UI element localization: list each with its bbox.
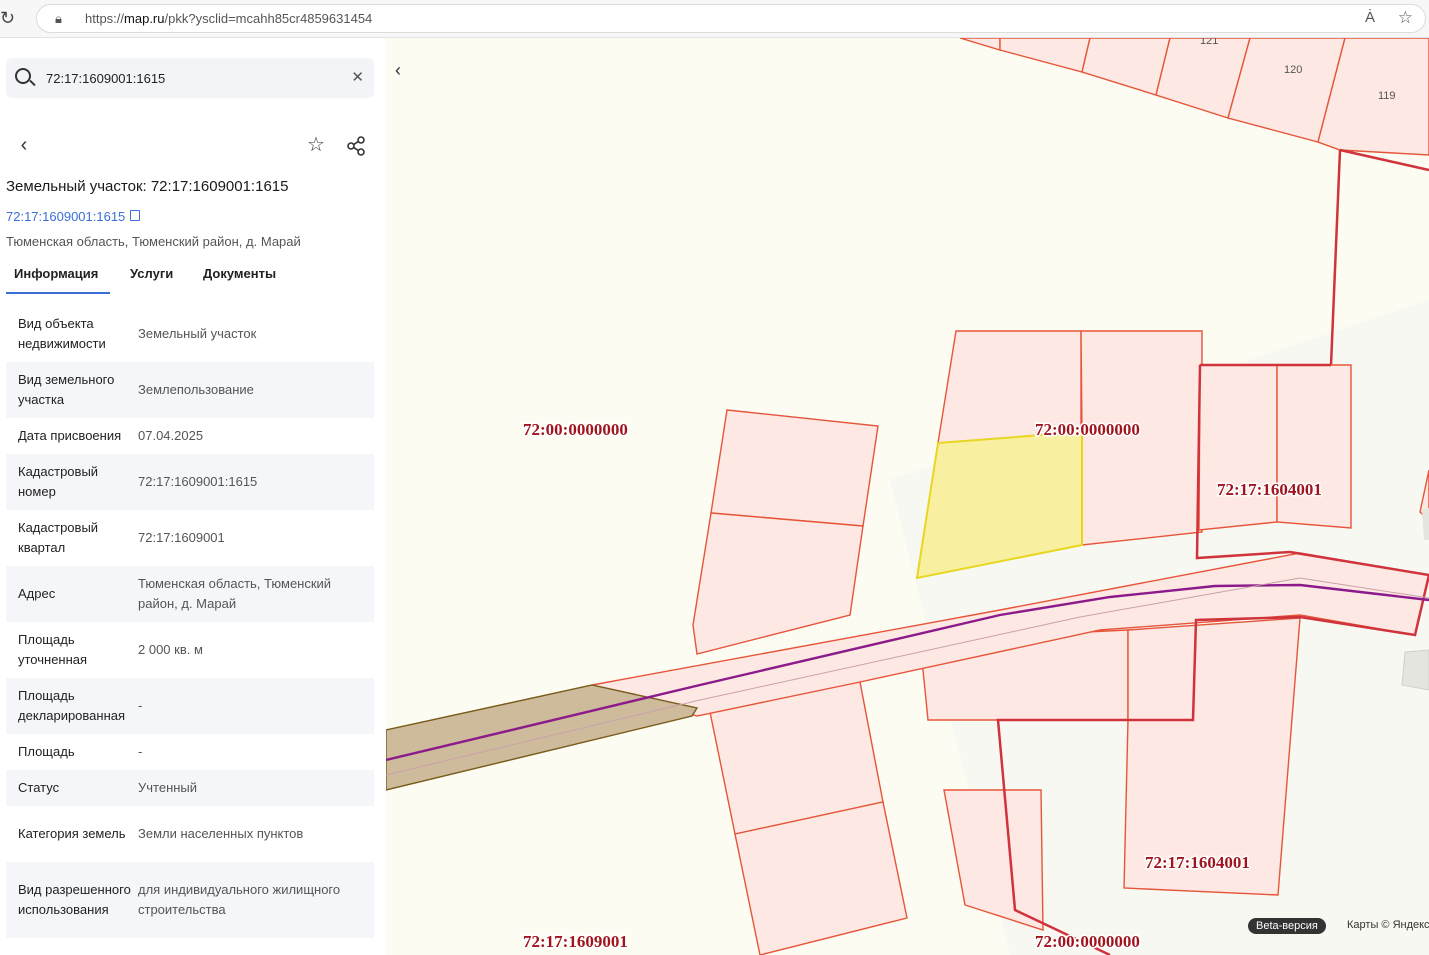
- parcel-title: Земельный участок: 72:17:1609001:1615: [6, 178, 289, 195]
- copy-icon[interactable]: [130, 210, 140, 221]
- info-key: Площадь декларированная: [18, 688, 126, 723]
- info-key: Кадастровый номер: [18, 464, 99, 499]
- cadastral-map[interactable]: 72:00:0000000 72:00:0000000 72:17:160400…: [386, 38, 1429, 955]
- info-key: Площадь уточненная: [18, 632, 88, 667]
- info-key: Вид разрешенного использования: [18, 882, 131, 917]
- info-key: Кадастровый квартал: [18, 520, 99, 555]
- info-value: Земли населенных пунктов: [138, 826, 304, 841]
- info-value: -: [138, 698, 143, 713]
- info-value: Тюменская область, Тюменский район, д. М…: [138, 576, 332, 611]
- info-row: Дата присвоения 07.04.2025: [6, 418, 374, 454]
- search-box: ✕: [6, 58, 374, 98]
- quarter-label: 72:00:0000000: [1035, 420, 1140, 439]
- info-row: Адрес Тюменская область, Тюменский район…: [6, 566, 374, 622]
- quarter-label: 72:17:1604001: [1145, 853, 1250, 872]
- search-icon: [15, 68, 31, 84]
- info-key: Адрес: [18, 586, 56, 601]
- parcel-number-label: 119: [1378, 90, 1396, 102]
- info-table: Вид объекта недвижимости Земельный участ…: [6, 306, 374, 938]
- info-value: -: [138, 744, 143, 759]
- info-value: 07.04.2025: [138, 428, 204, 443]
- info-row: Категория земель Земли населенных пункто…: [6, 806, 374, 862]
- info-value: 2 000 кв. м: [138, 642, 203, 657]
- beta-badge: Beta-версия: [1248, 918, 1326, 934]
- info-row: Вид земельного участка Землепользование: [6, 362, 374, 418]
- info-key: Статус: [18, 780, 60, 795]
- info-value: Землепользование: [138, 382, 254, 397]
- quarter-label: 72:00:0000000: [523, 420, 628, 439]
- parcel-number-label: 121: [1200, 38, 1218, 47]
- info-value: для индивидуального жилищного строительс…: [138, 882, 341, 917]
- search-input[interactable]: [46, 68, 336, 88]
- info-row: Площадь уточненная 2 000 кв. м: [6, 622, 374, 678]
- info-row: Кадастровый квартал 72:17:1609001: [6, 510, 374, 566]
- browser-toolbar: ↻ 🔒︎ https://map.ru/pkk?ysclid=mcahh85cr…: [0, 0, 1429, 38]
- quarter-label: 72:17:1609001: [523, 932, 628, 951]
- info-panel: ✕ ‹ ☆ Земельный участок: 72:17:1609001:1…: [0, 38, 386, 955]
- tab-services[interactable]: Услуги: [130, 266, 173, 281]
- info-row: Кадастровый номер 72:17:1609001:1615: [6, 454, 374, 510]
- quarter-label: 72:00:0000000: [1035, 932, 1140, 951]
- info-row: Статус Учтенный: [6, 770, 374, 806]
- info-row: Вид объекта недвижимости Земельный участ…: [6, 306, 374, 362]
- info-value: 72:17:1609001: [138, 530, 225, 545]
- reload-icon[interactable]: ↻: [0, 8, 20, 28]
- parcel-address: Тюменская область, Тюменский район, д. М…: [6, 234, 301, 249]
- info-value: Учтенный: [138, 780, 198, 795]
- address-bar[interactable]: 🔒︎ https://map.ru/pkk?ysclid=mcahh85cr48…: [36, 4, 1426, 33]
- collapse-panel-button[interactable]: ‹: [388, 60, 408, 81]
- map-attribution[interactable]: Карты © Яндекс: [1347, 919, 1429, 931]
- info-value: Земельный участок: [138, 326, 257, 341]
- favorite-button[interactable]: ☆: [300, 130, 332, 162]
- clear-search-icon[interactable]: ✕: [351, 68, 364, 86]
- back-button[interactable]: ‹: [8, 130, 40, 162]
- map-canvas[interactable]: 72:00:0000000 72:00:0000000 72:17:160400…: [386, 38, 1429, 955]
- lock-icon[interactable]: 🔒︎: [55, 11, 62, 27]
- share-icon: [347, 136, 365, 156]
- info-row: Вид разрешенного использования для индив…: [6, 862, 374, 938]
- info-key: Вид земельного участка: [18, 372, 115, 407]
- parcel-number-label: 120: [1284, 64, 1302, 76]
- active-tab-indicator: [6, 292, 110, 294]
- url-text[interactable]: https://map.ru/pkk?ysclid=mcahh85cr48596…: [85, 11, 372, 26]
- tab-information[interactable]: Информация: [14, 266, 98, 281]
- bookmark-star-icon[interactable]: ☆: [1398, 8, 1413, 28]
- info-value: 72:17:1609001:1615: [138, 474, 258, 489]
- info-row: Площадь -: [6, 734, 374, 770]
- cadastral-link[interactable]: 72:17:1609001:1615: [6, 209, 125, 224]
- info-key: Площадь: [18, 744, 75, 759]
- share-button[interactable]: [340, 130, 372, 162]
- info-row: Площадь декларированная -: [6, 678, 374, 734]
- quarter-label: 72:17:1604001: [1217, 480, 1322, 499]
- tab-bar: Информация Услуги Документы: [6, 264, 376, 294]
- read-aloud-icon[interactable]: Ȧ: [1365, 9, 1375, 26]
- info-key: Категория земель: [18, 826, 126, 841]
- info-key: Вид объекта недвижимости: [18, 316, 106, 351]
- tab-documents[interactable]: Документы: [203, 266, 276, 281]
- info-key: Дата присвоения: [18, 428, 122, 443]
